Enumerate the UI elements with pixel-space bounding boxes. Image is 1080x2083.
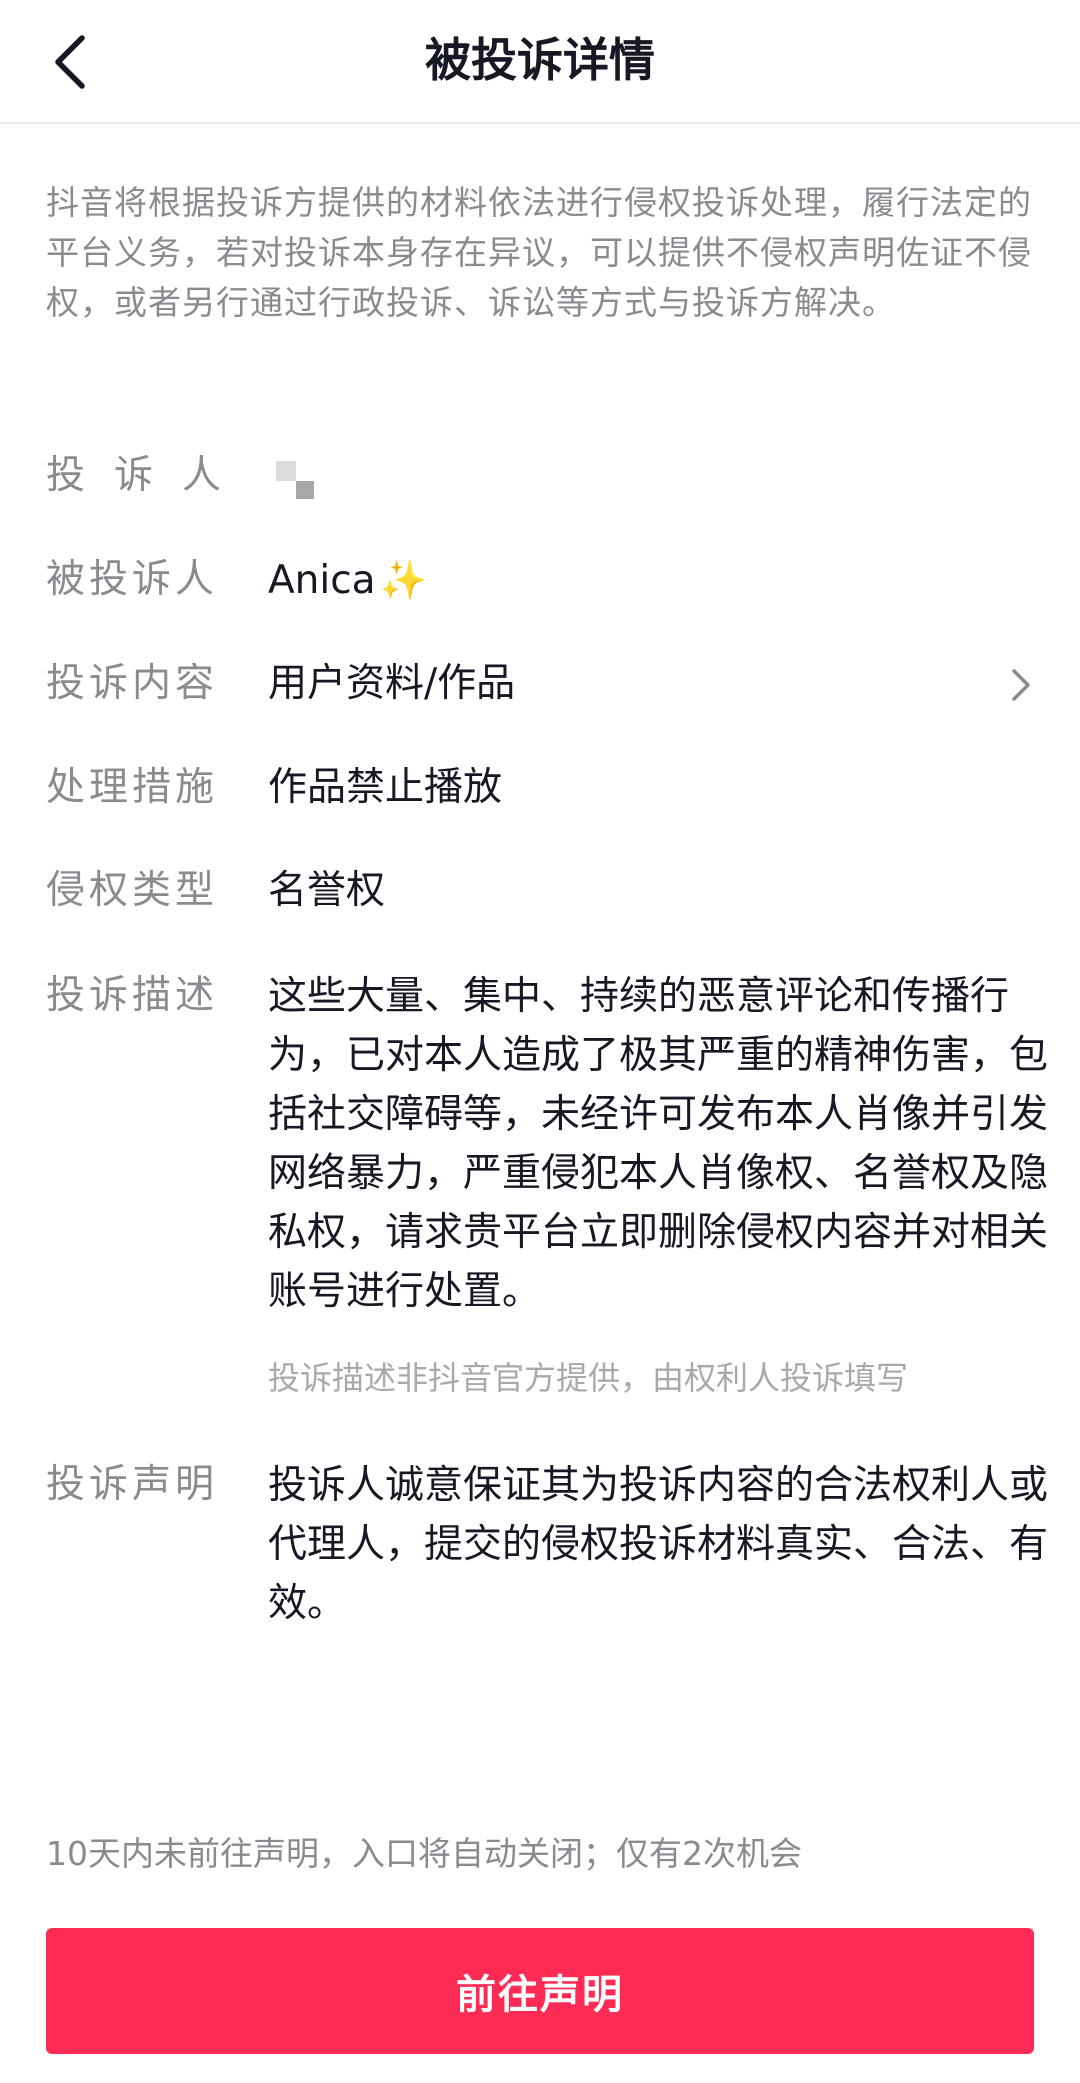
go-declare-button[interactable]: 前往声明: [46, 1928, 1034, 2054]
statement-value: 投诉人诚意保证其为投诉内容的合法权利人或代理人，提交的侵权投诉材料真实、合法、有…: [268, 1463, 1049, 1626]
chevron-right-icon[interactable]: [1006, 665, 1036, 705]
respondent-value: Anica ✨: [268, 551, 1058, 610]
complainant-label: 投诉人: [46, 453, 251, 498]
complaint-content-value: 用户资料/作品: [268, 661, 516, 706]
top-bar: 被投诉详情: [0, 0, 1080, 124]
respondent-name: Anica: [268, 558, 376, 603]
notice-text: 抖音将根据投诉方提供的材料依法进行侵权投诉处理，履行法定的平台义务，若对投诉本身…: [46, 183, 1032, 322]
row-complaint-content[interactable]: 投诉内容 用户资料/作品: [46, 655, 1036, 715]
description-label: 投诉描述: [46, 973, 219, 1018]
complaint-content-label: 投诉内容: [46, 661, 219, 706]
description-value: 这些大量、集中、持续的恶意评论和传播行为，已对本人造成了极其严重的精神伤害，包括…: [268, 974, 1049, 1314]
measure-value: 作品禁止播放: [268, 765, 503, 810]
respondent-label: 被投诉人: [46, 557, 219, 602]
complainant-avatar-icon: [276, 461, 316, 501]
sparkles-icon: ✨: [379, 558, 427, 602]
statement-label: 投诉声明: [46, 1462, 219, 1507]
description-note: 投诉描述非抖音官方提供，由权利人投诉填写: [268, 1359, 909, 1397]
deadline-notice: 10天内未前往声明，入口将自动关闭；仅有2次机会: [46, 1834, 802, 1873]
measure-label: 处理措施: [46, 765, 219, 810]
infringement-type-label: 侵权类型: [46, 868, 219, 913]
page-title: 被投诉详情: [425, 33, 655, 87]
infringement-type-value: 名誉权: [268, 868, 386, 913]
